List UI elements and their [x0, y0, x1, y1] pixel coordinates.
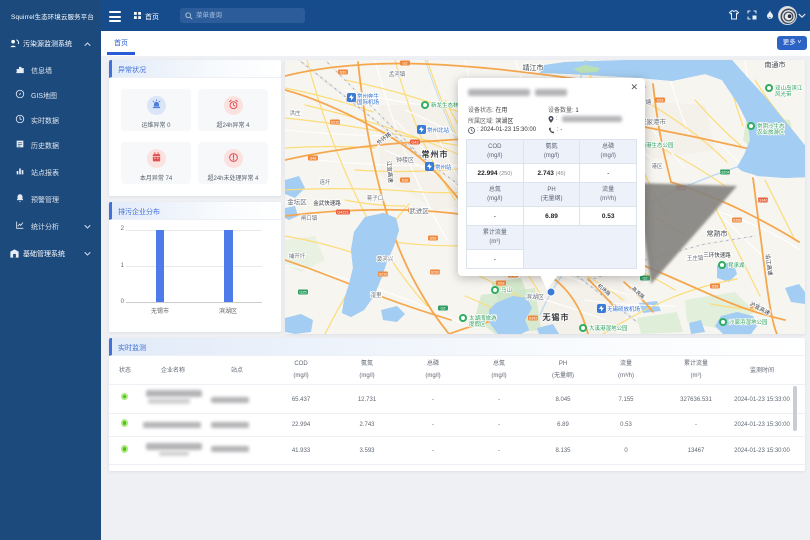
- svg-text:G4221: G4221: [337, 211, 348, 215]
- svg-text:S29: S29: [657, 99, 664, 103]
- svg-text:S58: S58: [430, 237, 437, 241]
- svg-text:南通市: 南通市: [765, 60, 786, 69]
- svg-text:埔开圩: 埔开圩: [289, 252, 306, 260]
- svg-text:武进区: 武进区: [409, 206, 429, 215]
- svg-text:S38: S38: [402, 179, 409, 183]
- svg-text:王庄镇: 王庄镇: [687, 254, 704, 262]
- svg-text:G2: G2: [402, 62, 407, 66]
- svg-text:S58: S58: [498, 282, 505, 286]
- svg-text:昆承湖: 昆承湖: [728, 261, 745, 269]
- svg-text:湟里: 湟里: [370, 291, 382, 299]
- svg-text:S358: S358: [733, 219, 742, 223]
- svg-text:闸口镇: 闸口镇: [301, 214, 318, 222]
- svg-text:常州站: 常州站: [435, 163, 452, 171]
- svg-text:港区: 港区: [651, 162, 663, 170]
- svg-text:常阴沙生态: 常阴沙生态: [757, 122, 785, 130]
- svg-text:无锡市: 无锡市: [542, 312, 570, 322]
- svg-text:G42: G42: [411, 141, 418, 145]
- svg-text:三环快速路: 三环快速路: [703, 251, 731, 259]
- svg-text:沙家浜湿地公园: 沙家浜湿地公园: [729, 318, 768, 326]
- svg-text:滨湖区: 滨湖区: [526, 293, 544, 301]
- svg-text:G204: G204: [720, 171, 729, 175]
- svg-text:蒋子口: 蒋子口: [367, 194, 384, 202]
- svg-text:靖江市: 靖江市: [523, 63, 544, 72]
- svg-text:无锡硕放机场: 无锡硕放机场: [607, 305, 641, 313]
- svg-text:孟河镇: 孟河镇: [389, 70, 406, 78]
- svg-text:农业旅游区: 农业旅游区: [757, 128, 785, 136]
- svg-text:常州北站: 常州北站: [427, 126, 450, 134]
- svg-text:双山岛滨江: 双山岛滨江: [775, 84, 803, 92]
- svg-text:太湖湾旅游: 太湖湾旅游: [469, 314, 497, 322]
- svg-text:金坛区: 金坛区: [287, 197, 307, 206]
- svg-text:G2: G2: [440, 307, 445, 311]
- svg-text:S48: S48: [310, 157, 317, 161]
- svg-text:S39: S39: [340, 71, 347, 75]
- svg-text:常州奔牛: 常州奔牛: [357, 92, 380, 100]
- svg-text:大溪港湿地公园: 大溪港湿地公园: [589, 324, 628, 332]
- svg-text:G2: G2: [642, 277, 647, 281]
- svg-text:G25: G25: [299, 291, 306, 295]
- svg-text:常熟市: 常熟市: [707, 229, 728, 238]
- svg-text:马山: 马山: [501, 286, 512, 294]
- svg-text:S230: S230: [431, 271, 440, 275]
- svg-text:新龙生态林: 新龙生态林: [431, 101, 459, 109]
- svg-text:连圩: 连圩: [319, 178, 331, 186]
- svg-text:常州市: 常州市: [422, 149, 449, 159]
- svg-text:度假区: 度假区: [469, 320, 486, 328]
- svg-text:S239: S239: [379, 273, 388, 277]
- svg-text:S232: S232: [331, 121, 340, 125]
- svg-text:S58: S58: [712, 285, 719, 289]
- svg-text:钟楼区: 钟楼区: [396, 156, 414, 164]
- svg-text:风光带: 风光带: [775, 90, 792, 98]
- svg-text:S342: S342: [529, 317, 538, 321]
- svg-text:洪庄: 洪庄: [289, 109, 301, 117]
- svg-text:黄河兴: 黄河兴: [377, 255, 394, 263]
- svg-text:金武快速路: 金武快速路: [313, 199, 341, 207]
- svg-text:G346: G346: [758, 199, 767, 203]
- svg-text:国际机场: 国际机场: [357, 98, 380, 106]
